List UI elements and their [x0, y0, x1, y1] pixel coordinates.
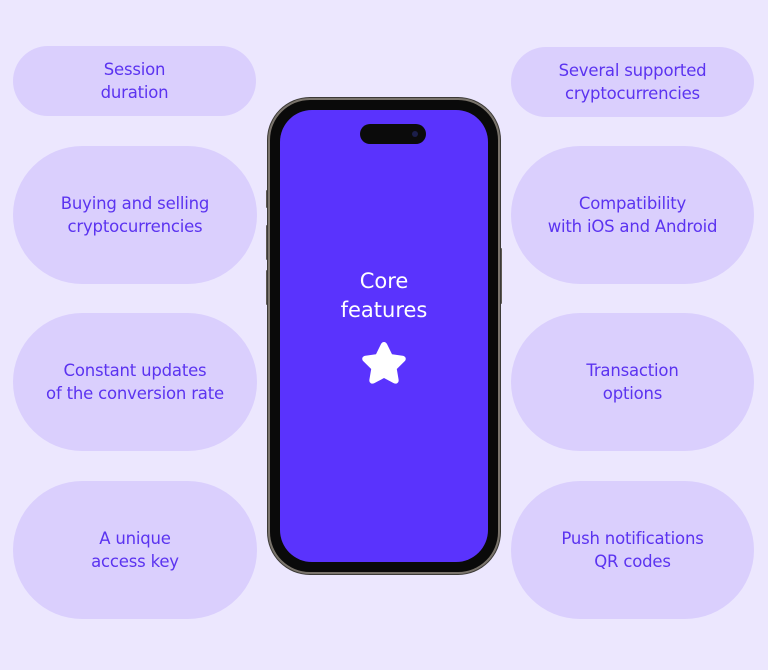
phone-screen: Core features [280, 110, 488, 562]
feature-label: Transaction options [586, 361, 679, 403]
feature-label: A unique access key [91, 529, 179, 571]
feature-session-duration: Session duration [13, 46, 256, 116]
star-icon [362, 342, 406, 384]
feature-label: Buying and selling cryptocurrencies [60, 194, 210, 236]
phone-mockup: Core features [270, 100, 498, 572]
feature-transaction-options: Transaction options [511, 313, 754, 451]
feature-conversion-rate-updates: Constant updates of the conversion rate [13, 313, 257, 451]
feature-push-notifications-qr: Push notifications QR codes [511, 481, 754, 619]
camera-icon [412, 131, 418, 137]
feature-label: Session duration [100, 60, 169, 102]
feature-label: Push notifications QR codes [561, 529, 704, 571]
feature-unique-access-key: A unique access key [13, 481, 257, 619]
phone-action-button [266, 190, 269, 208]
feature-ios-android-compatibility: Compatibility with iOS and Android [511, 146, 754, 284]
feature-label: Compatibility with iOS and Android [547, 194, 718, 236]
feature-label: Constant updates of the conversion rate [46, 361, 224, 403]
dynamic-island [360, 124, 426, 144]
phone-volume-up-button [266, 225, 269, 260]
feature-label: Several supported cryptocurrencies [558, 61, 707, 103]
phone-volume-down-button [266, 270, 269, 305]
core-features-title: Core features [340, 269, 428, 322]
phone-power-button [499, 248, 502, 304]
feature-buying-selling: Buying and selling cryptocurrencies [13, 146, 257, 284]
feature-supported-cryptocurrencies: Several supported cryptocurrencies [511, 47, 754, 117]
